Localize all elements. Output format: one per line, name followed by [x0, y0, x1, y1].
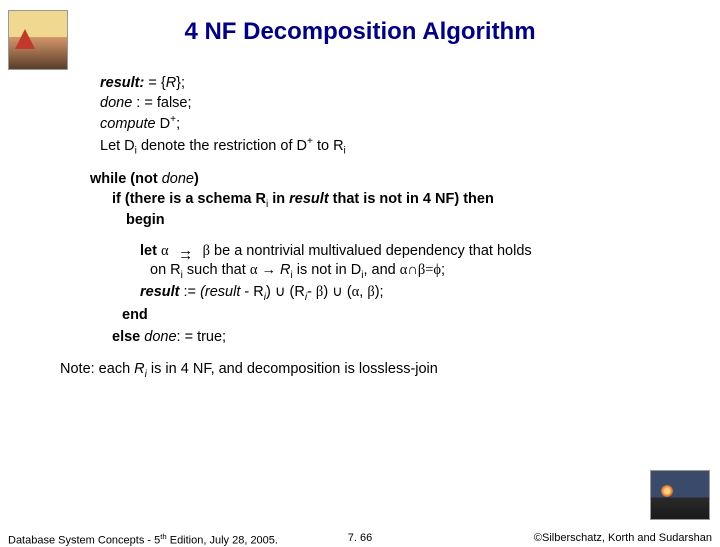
kw-compute: compute	[100, 116, 160, 132]
line-result-assign: result := (result - Ri) ∪ (Ri- β) ∪ (α, …	[140, 283, 720, 305]
txt: )	[323, 284, 332, 300]
kw-while: while	[90, 171, 130, 187]
kw-else: else	[112, 329, 144, 345]
txt: (there is a schema	[125, 191, 256, 207]
txt: D	[160, 116, 170, 132]
txt: R	[134, 361, 144, 377]
txt: )	[194, 171, 199, 187]
sym-alpha: α	[161, 243, 169, 259]
txt: : = false;	[136, 95, 191, 111]
line-begin: begin	[126, 211, 720, 231]
kw-done: done	[144, 329, 176, 345]
line-on: on Ri such that α → Ri is not in Di, and…	[150, 261, 720, 283]
sym-cap: ∩	[407, 262, 417, 278]
kw-let: let	[140, 243, 161, 259]
kw-done: done	[162, 171, 194, 187]
init-block: result: = {R}; done : = false; compute D…	[100, 74, 720, 158]
logo-bottom-sunset	[650, 470, 710, 520]
kw-done: done	[100, 95, 136, 111]
txt: (	[343, 284, 352, 300]
line-if: if (there is a schema Ri in result that …	[112, 190, 720, 212]
txt: ;	[441, 262, 445, 278]
kw-end: end	[122, 307, 148, 323]
logo-top-sailboat	[8, 10, 68, 70]
txt: );	[375, 284, 384, 300]
txt: )	[266, 284, 275, 300]
kw-begin: begin	[126, 212, 165, 228]
txt: R	[255, 191, 265, 207]
txt: on	[150, 262, 170, 278]
line-else: else done: = true;	[112, 328, 720, 348]
txt: (result	[200, 284, 244, 300]
sym-alpha: α	[250, 262, 258, 278]
sym-arrow: →	[261, 262, 276, 278]
txt: };	[176, 75, 185, 91]
footer-right: ©Silberschatz, Korth and Sudarshan	[534, 532, 712, 544]
txt: -	[307, 284, 316, 300]
algorithm-body: result: = {R}; done : = false; compute D…	[0, 74, 720, 381]
sym-beta: β	[367, 284, 374, 300]
line-let-di: Let Di denote the restriction of D+ to R…	[100, 135, 720, 158]
txt: : = true;	[177, 329, 227, 345]
txt: R	[166, 75, 176, 91]
note-line: Note: each Ri is in 4 NF, and decomposit…	[60, 360, 720, 382]
line-let-mvd: let α β be a nontrivial multivalued depe…	[140, 241, 720, 262]
txt: to R	[313, 137, 344, 153]
inner-block: let α β be a nontrivial multivalued depe…	[140, 241, 720, 305]
kw-then: then	[463, 191, 494, 207]
txt: = {	[148, 75, 165, 91]
line-while: while (not done)	[90, 170, 720, 190]
kw-result: result	[289, 191, 329, 207]
sym-cup: ∪	[275, 284, 286, 300]
txt: (R	[285, 284, 304, 300]
txt: in	[268, 191, 289, 207]
txt: ;	[176, 116, 180, 132]
line-compute: compute D+;	[100, 113, 720, 134]
txt: is not in D	[293, 262, 362, 278]
twohead-arrow-icon	[173, 241, 199, 262]
line-end: end	[122, 306, 720, 326]
txt: (not	[130, 171, 161, 187]
sub-i: i	[344, 145, 346, 156]
txt: denote the restriction of D	[137, 137, 307, 153]
txt: that is not in 4 NF)	[329, 191, 464, 207]
kw-result: result	[140, 284, 180, 300]
txt: R	[276, 262, 291, 278]
line-done-init: done : = false;	[100, 94, 720, 114]
sym-phi: ϕ	[433, 262, 441, 278]
while-block: while (not done) if (there is a schema R…	[90, 170, 720, 231]
slide-title: 4 NF Decomposition Algorithm	[0, 0, 720, 46]
kw-result: result:	[100, 75, 148, 91]
txt: - R	[244, 284, 263, 300]
sym-beta: β	[203, 243, 210, 259]
sym-cup: ∪	[332, 284, 343, 300]
line-result-init: result: = {R};	[100, 74, 720, 94]
txt: is in 4 NF, and decomposition is lossles…	[147, 361, 438, 377]
txt: be a nontrivial multivalued dependency t…	[210, 243, 532, 259]
txt: , and	[363, 262, 399, 278]
kw-if: if	[112, 191, 125, 207]
txt: Note: each	[60, 361, 134, 377]
txt: Let D	[100, 137, 135, 153]
txt: :=	[180, 284, 201, 300]
